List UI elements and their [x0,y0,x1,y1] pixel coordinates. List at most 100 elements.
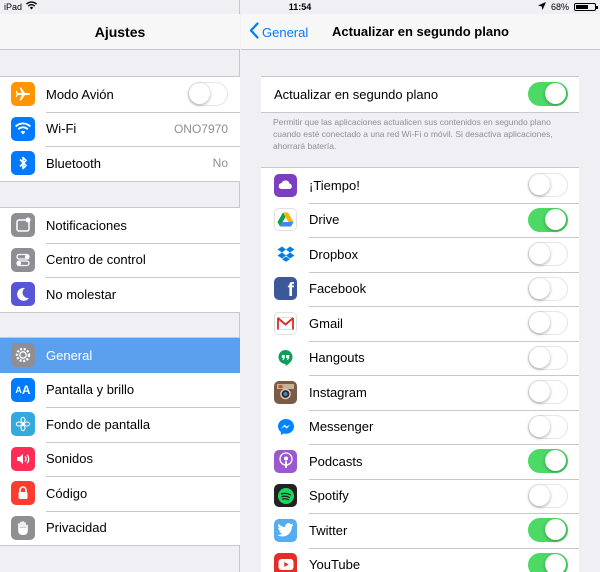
toggle-knob [189,83,210,105]
moon-icon [11,282,35,307]
app-toggle-spotify[interactable] [528,483,568,508]
app-row-facebook: f Facebook [261,271,579,307]
gmail-icon [274,311,297,335]
airplane-mode-toggle[interactable] [188,82,228,107]
app-toggle-podcasts[interactable] [528,449,568,474]
sidebar-item-label: Privacidad [46,520,107,536]
sidebar-item-bluetooth[interactable]: Bluetooth No [0,146,240,181]
bluetooth-icon [11,151,35,176]
sidebar-item-passcode[interactable]: Código [0,476,240,511]
app-label: ¡Tiempo! [309,177,360,193]
app-label: Dropbox [309,246,359,262]
sidebar-item-label: No molestar [46,286,117,302]
app-row-spotify: Spotify [261,478,579,514]
toggle-knob [545,83,566,105]
background-refresh-footnote: Permitir que las aplicaciones actualicen… [273,117,553,151]
app-toggle-drive[interactable] [528,207,568,232]
background-refresh-master-row: Actualizar en segundo plano [261,77,579,112]
app-toggle-instagram[interactable] [528,380,568,405]
sidebar-item-label: Bluetooth [46,155,101,171]
sidebar-item-general[interactable]: General [0,338,240,373]
sidebar-title: Ajustes [0,14,240,50]
detail-pane: General Actualizar en segundo plano Actu… [241,0,600,572]
app-label: Messenger [309,419,374,435]
battery-icon [574,3,598,11]
back-button-label: General [262,24,309,40]
app-row-podcasts: Podcasts [261,444,579,479]
sidebar-item-label: Wi-Fi [46,121,77,137]
sidebar-item-label: Modo Avión [46,86,114,102]
app-row-hangouts: Hangouts [261,340,579,376]
sidebar-item-sounds[interactable]: Sonidos [0,441,240,477]
podcasts-icon [274,449,297,473]
sidebar-item-wifi[interactable]: Wi-Fi ONO7970 [0,111,240,147]
toggle-knob [529,277,550,299]
page-title: Actualizar en segundo plano [332,24,509,39]
app-row-tiempo: ¡Tiempo! [261,168,579,203]
sidebar-item-wallpaper[interactable]: Fondo de pantalla [0,407,240,442]
app-label: Spotify [309,488,349,504]
app-label: Gmail [309,315,343,331]
sidebar-item-notifications[interactable]: Notificaciones [0,208,240,243]
chevron-left-icon [249,21,259,43]
app-refresh-list: ¡Tiempo! Drive Dropbox f Facebook Gmail … [261,167,579,572]
app-label: Podcasts [309,453,363,469]
app-row-twitter: Twitter [261,513,579,548]
app-toggle-tiempo[interactable] [528,173,568,198]
battery-fill [576,5,589,9]
app-toggle-facebook[interactable] [528,276,568,301]
sidebar-item-do-not-disturb[interactable]: No molestar [0,277,240,312]
control-center-icon [11,247,35,272]
airplane-icon [11,82,35,107]
ipad-screen: iPad 11:54 68% Ajustes Modo Avión Wi-Fi … [0,0,600,572]
app-toggle-gmail[interactable] [528,311,568,336]
instagram-icon [274,380,297,404]
toggle-knob [545,450,566,472]
app-toggle-dropbox[interactable] [528,242,568,267]
spotify-icon [274,484,297,508]
sidebar-item-label: Centro de control [46,252,146,268]
wallpaper-icon [11,412,35,437]
settings-group-notifications: Notificaciones Centro de control No mole… [0,207,240,313]
sidebar-item-control-center[interactable]: Centro de control [0,242,240,278]
background-refresh-master-group: Actualizar en segundo plano [261,76,579,113]
status-right: 68% [537,0,598,14]
app-label: Twitter [309,522,348,538]
facebook-icon: f [274,277,297,301]
app-toggle-hangouts[interactable] [528,345,568,370]
app-toggle-messenger[interactable] [528,414,568,439]
sounds-icon [11,446,35,471]
master-toggle-label: Actualizar en segundo plano [274,86,439,102]
sidebar-item-privacy[interactable]: Privacidad [0,510,240,546]
app-label: Instagram [309,384,367,400]
background-refresh-master-toggle[interactable] [528,82,568,107]
app-toggle-youtube[interactable] [528,552,568,572]
back-button[interactable]: General [249,14,308,50]
settings-group-connectivity: Modo Avión Wi-Fi ONO7970 Bluetooth No [0,76,240,182]
sidebar-item-label: Notificaciones [46,217,127,233]
status-time: 11:54 [288,2,312,12]
gear-icon [11,343,35,368]
battery-percent: 68% [550,2,569,12]
detail-nav-bar: General Actualizar en segundo plano [241,14,600,50]
bluetooth-value: No [212,156,228,171]
app-label: Drive [309,212,340,228]
toggle-knob [545,553,566,572]
toggle-knob [529,484,550,506]
twitter-icon [274,518,297,542]
app-row-drive: Drive [261,202,579,238]
app-toggle-twitter[interactable] [528,518,568,543]
toggle-knob [545,519,566,541]
app-row-messenger: Messenger [261,409,579,445]
toggle-knob [529,243,550,265]
hangouts-icon [274,346,297,370]
sidebar-item-display[interactable]: AA Pantalla y brillo [0,373,240,408]
app-row-youtube: YouTube [261,547,579,572]
yahoo-weather-icon [274,173,297,197]
toggle-knob [529,174,550,196]
sidebar-item-label: Sonidos [46,451,93,467]
sidebar-item-airplane-mode[interactable]: Modo Avión [0,77,240,112]
sidebar-item-label: Fondo de pantalla [46,416,151,432]
sidebar-item-label: Código [46,485,88,501]
hand-icon [11,515,35,540]
